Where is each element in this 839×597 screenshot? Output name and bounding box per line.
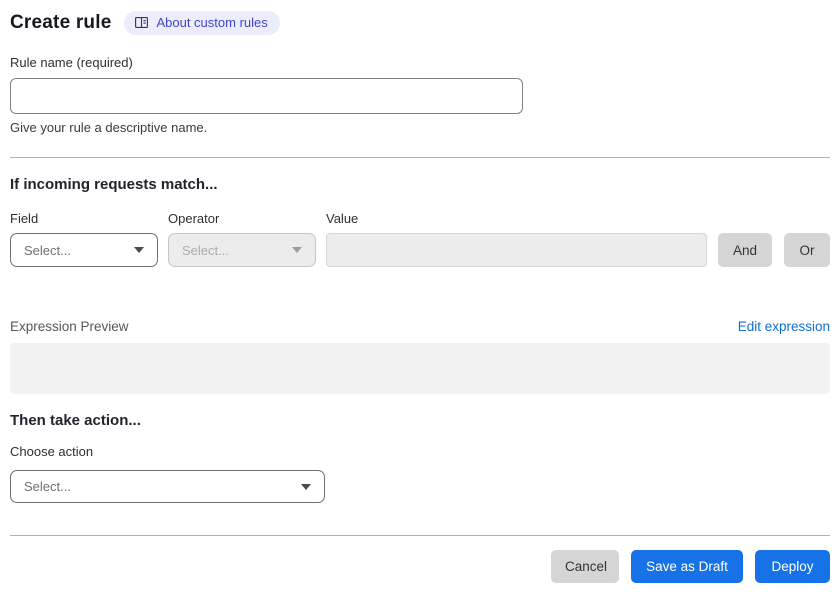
and-button[interactable]: And bbox=[718, 233, 772, 267]
rule-name-label: Rule name (required) bbox=[10, 55, 133, 70]
cancel-button[interactable]: Cancel bbox=[551, 550, 619, 583]
match-section-heading: If incoming requests match... bbox=[10, 176, 218, 193]
rule-name-input[interactable] bbox=[10, 78, 523, 114]
book-icon bbox=[134, 15, 149, 30]
action-select[interactable]: Select... bbox=[10, 470, 325, 503]
value-input[interactable] bbox=[326, 233, 707, 267]
footer-divider bbox=[10, 535, 830, 536]
action-section-heading: Then take action... bbox=[10, 412, 141, 429]
match-labels-row: Field Operator Value bbox=[10, 211, 830, 226]
save-as-draft-button[interactable]: Save as Draft bbox=[631, 550, 743, 583]
expression-preview-box bbox=[10, 343, 830, 394]
chevron-down-icon bbox=[134, 247, 144, 253]
field-select[interactable]: Select... bbox=[10, 233, 158, 267]
field-select-value: Select... bbox=[24, 242, 71, 258]
page-header: Create rule About custom rules bbox=[10, 10, 830, 36]
about-custom-rules-badge[interactable]: About custom rules bbox=[124, 11, 280, 35]
chevron-down-icon bbox=[301, 483, 311, 490]
edit-expression-link[interactable]: Edit expression bbox=[738, 319, 830, 334]
operator-select-value: Select... bbox=[182, 242, 229, 258]
action-select-value: Select... bbox=[24, 479, 71, 494]
expression-preview-label: Expression Preview bbox=[10, 319, 129, 334]
operator-label: Operator bbox=[168, 211, 220, 226]
chevron-down-icon bbox=[292, 247, 302, 253]
deploy-button[interactable]: Deploy bbox=[755, 550, 830, 583]
value-label: Value bbox=[326, 211, 359, 226]
section-divider bbox=[10, 157, 830, 158]
or-button[interactable]: Or bbox=[784, 233, 830, 267]
expression-preview-header: Expression Preview Edit expression bbox=[10, 319, 830, 334]
about-badge-label: About custom rules bbox=[156, 15, 268, 30]
create-rule-page: Create rule About custom rules Rule name… bbox=[0, 0, 839, 583]
match-controls-row: Select... Select... And Or bbox=[10, 233, 830, 267]
page-title: Create rule bbox=[10, 12, 112, 33]
field-label: Field bbox=[10, 211, 39, 226]
rule-name-helper: Give your rule a descriptive name. bbox=[10, 120, 208, 135]
operator-select[interactable]: Select... bbox=[168, 233, 316, 267]
footer-actions: Cancel Save as Draft Deploy bbox=[10, 550, 830, 583]
choose-action-label: Choose action bbox=[10, 444, 94, 459]
